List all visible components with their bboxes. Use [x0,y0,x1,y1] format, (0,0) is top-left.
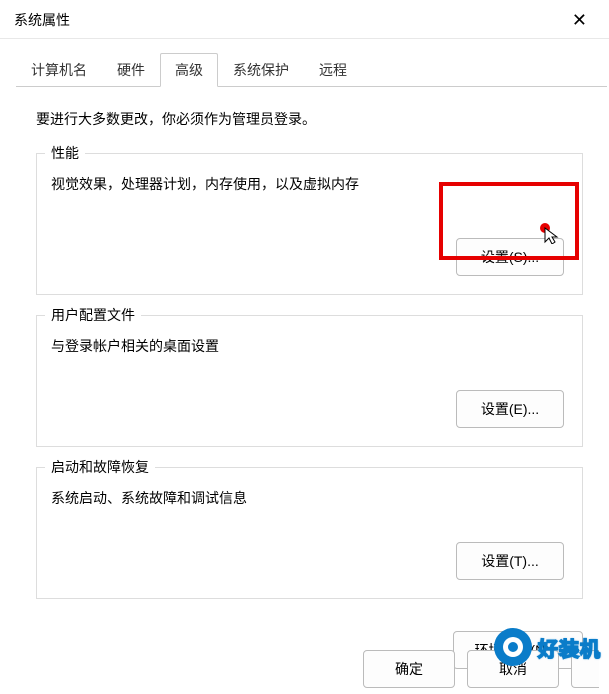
tab-advanced[interactable]: 高级 [160,53,218,87]
user-profiles-settings-button[interactable]: 设置(E)... [456,390,564,428]
tab-bar: 计算机名 硬件 高级 系统保护 远程 [0,39,609,87]
group-performance-desc: 视觉效果，处理器计划，内存使用，以及虚拟内存 [51,174,564,194]
group-user-profiles-legend: 用户配置文件 [45,305,141,325]
apply-button-partial[interactable] [571,650,599,688]
close-icon[interactable]: ✕ [564,11,595,29]
tab-computer-name[interactable]: 计算机名 [16,53,102,87]
window-title: 系统属性 [14,10,70,30]
group-user-profiles: 用户配置文件 与登录帐户相关的桌面设置 设置(E)... [36,315,583,447]
dialog-button-row: 确定 取消 [363,650,609,688]
cancel-button[interactable]: 取消 [467,650,559,688]
tab-system-protection[interactable]: 系统保护 [218,53,304,87]
ok-button[interactable]: 确定 [363,650,455,688]
group-startup-recovery-legend: 启动和故障恢复 [45,457,155,477]
performance-settings-button[interactable]: 设置(S)... [456,238,564,276]
group-performance: 性能 视觉效果，处理器计划，内存使用，以及虚拟内存 设置(S)... [36,153,583,295]
group-startup-recovery-desc: 系统启动、系统故障和调试信息 [51,488,564,508]
tab-remote[interactable]: 远程 [304,53,362,87]
group-user-profiles-desc: 与登录帐户相关的桌面设置 [51,336,564,356]
tab-hardware[interactable]: 硬件 [102,53,160,87]
intro-text: 要进行大多数更改，你必须作为管理员登录。 [36,109,583,129]
group-performance-legend: 性能 [45,143,85,163]
group-startup-recovery: 启动和故障恢复 系统启动、系统故障和调试信息 设置(T)... [36,467,583,599]
startup-recovery-settings-button[interactable]: 设置(T)... [456,542,564,580]
